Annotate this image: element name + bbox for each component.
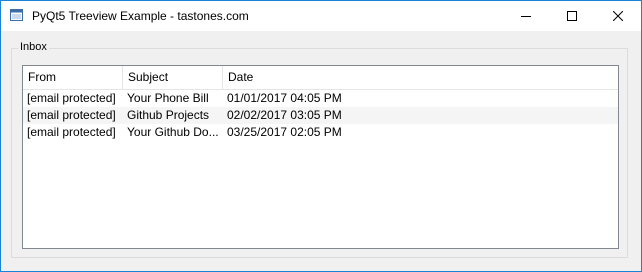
row-from: [email protected] [27,108,116,122]
tree-header: From Subject Date [23,66,618,90]
column-header-from[interactable]: From [23,66,123,89]
minimize-button[interactable] [503,1,549,31]
minimize-icon [521,16,531,17]
tree-row[interactable]: [email protected] Your Phone Bill 01/01/… [23,90,618,107]
column-header-subject[interactable]: Subject [123,66,223,89]
window-title: PyQt5 Treeview Example - tastones.com [32,9,249,23]
row-from: [email protected] [27,125,116,139]
row-date: 01/01/2017 04:05 PM [227,91,342,105]
tree-row[interactable]: [email protected] Github Projects 02/02/… [23,107,618,124]
maximize-button[interactable] [549,1,595,31]
close-button[interactable] [595,1,641,31]
tree-row[interactable]: [email protected] Your Github Do... 03/2… [23,124,618,141]
maximize-icon [567,11,577,21]
row-date: 02/02/2017 03:05 PM [227,108,342,122]
close-icon [613,11,623,21]
column-header-date[interactable]: Date [223,66,618,89]
row-subject: Your Github Do... [127,125,219,139]
row-from: [email protected] [27,91,116,105]
groupbox-title: Inbox [18,41,49,53]
row-subject: Github Projects [127,108,210,122]
row-subject: Your Phone Bill [127,91,209,105]
title-bar[interactable]: PyQt5 Treeview Example - tastones.com [1,1,641,31]
email-tree-view[interactable]: From Subject Date [email protected] Your… [22,65,619,249]
row-date: 03/25/2017 02:05 PM [227,125,342,139]
app-window-icon [10,9,23,21]
